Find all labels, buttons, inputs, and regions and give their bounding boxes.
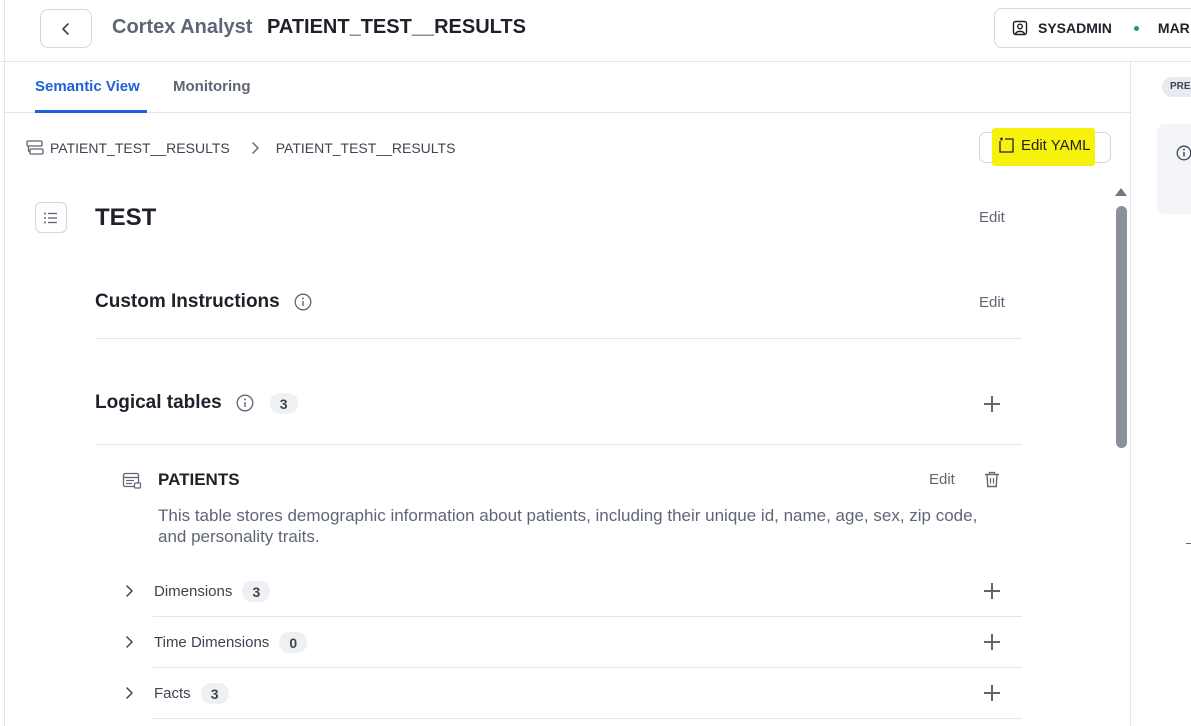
time-dimensions-row[interactable]: Time Dimensions 0 (124, 627, 308, 657)
chevron-right-icon (124, 635, 140, 649)
active-tab-indicator (35, 110, 147, 113)
table-icon (122, 472, 142, 489)
edit-view-name-button[interactable]: Edit (979, 209, 1005, 226)
add-time-dimension-button[interactable] (984, 634, 1000, 650)
trash-icon[interactable] (984, 471, 1000, 488)
right-panel-card (1157, 124, 1191, 214)
logical-table-name: PATIENTS (158, 470, 240, 489)
warehouse-name: MAR (1157, 20, 1190, 36)
chevron-right-icon (250, 141, 260, 155)
breadcrumb: PATIENT_TEST__RESULTS PATIENT_TEST__RESU… (26, 138, 455, 158)
scrollbar-thumb[interactable] (1116, 206, 1127, 448)
logical-tables-count: 3 (269, 392, 298, 414)
dimensions-count: 3 (242, 580, 271, 602)
chevron-right-icon (124, 686, 140, 700)
facts-count: 3 (200, 682, 229, 704)
chevron-left-icon (62, 22, 69, 35)
status-dot (1133, 25, 1139, 31)
edit-table-button[interactable]: Edit (929, 471, 955, 488)
edit-file-icon (999, 137, 1014, 153)
facts-label: Facts (154, 684, 191, 702)
row-divider (153, 616, 1022, 617)
edit-yaml-content[interactable]: Edit YAML (998, 137, 1090, 154)
logical-table-description: This table stores demographic informatio… (158, 506, 978, 546)
cortex-analyst-page: Cortex Analyst PATIENT_TEST__RESULTS SYS… (0, 0, 1191, 726)
custom-instructions-heading: Custom Instructions (95, 291, 312, 313)
edit-yaml-label: Edit YAML (1021, 137, 1091, 154)
row-divider (153, 718, 1022, 719)
role-name: SYSADMIN (1038, 20, 1112, 36)
right-panel-divider (1130, 62, 1131, 726)
info-icon (1176, 145, 1191, 161)
app-title: Cortex Analyst (112, 16, 253, 38)
dimensions-row[interactable]: Dimensions 3 (124, 576, 271, 606)
tab-semantic-view[interactable]: Semantic View (35, 78, 140, 95)
role-selector[interactable]: SYSADMIN MAR (994, 8, 1191, 48)
custom-instructions-title: Custom Instructions (95, 291, 280, 312)
time-dimensions-count: 0 (279, 631, 308, 653)
edit-custom-instructions-button[interactable]: Edit (979, 294, 1005, 311)
outline-toggle-button[interactable] (35, 202, 67, 233)
tab-bar: Semantic View Monitoring (4, 62, 1130, 113)
facts-row[interactable]: Facts 3 (124, 678, 229, 708)
add-fact-button[interactable] (984, 685, 1000, 701)
tab-monitoring[interactable]: Monitoring (173, 78, 250, 95)
section-divider (95, 444, 1022, 445)
info-icon[interactable] (236, 394, 254, 412)
table-icon (26, 140, 44, 155)
logical-tables-heading: Logical tables 3 (95, 392, 298, 414)
scroll-up-arrow[interactable] (1115, 188, 1127, 196)
section-divider (95, 338, 1022, 339)
add-logical-table-button[interactable] (984, 396, 1000, 412)
dimensions-label: Dimensions (154, 582, 233, 600)
preview-badge: PRE (1162, 77, 1191, 97)
back-button[interactable] (40, 9, 92, 48)
page-title: PATIENT_TEST__RESULTS (267, 16, 526, 38)
breadcrumb-item[interactable]: PATIENT_TEST__RESULTS (50, 140, 230, 156)
add-dimension-button[interactable] (984, 583, 1000, 599)
breadcrumb-item-current[interactable]: PATIENT_TEST__RESULTS (276, 140, 456, 156)
info-icon[interactable] (294, 293, 312, 311)
chevron-right-icon (124, 584, 140, 598)
row-divider (153, 667, 1022, 668)
time-dimensions-label: Time Dimensions (154, 633, 270, 651)
list-icon (44, 212, 57, 223)
logical-tables-title: Logical tables (95, 392, 222, 413)
right-panel-dash (1186, 543, 1191, 544)
semantic-view-name: TEST (95, 204, 157, 231)
user-icon (1012, 20, 1028, 36)
